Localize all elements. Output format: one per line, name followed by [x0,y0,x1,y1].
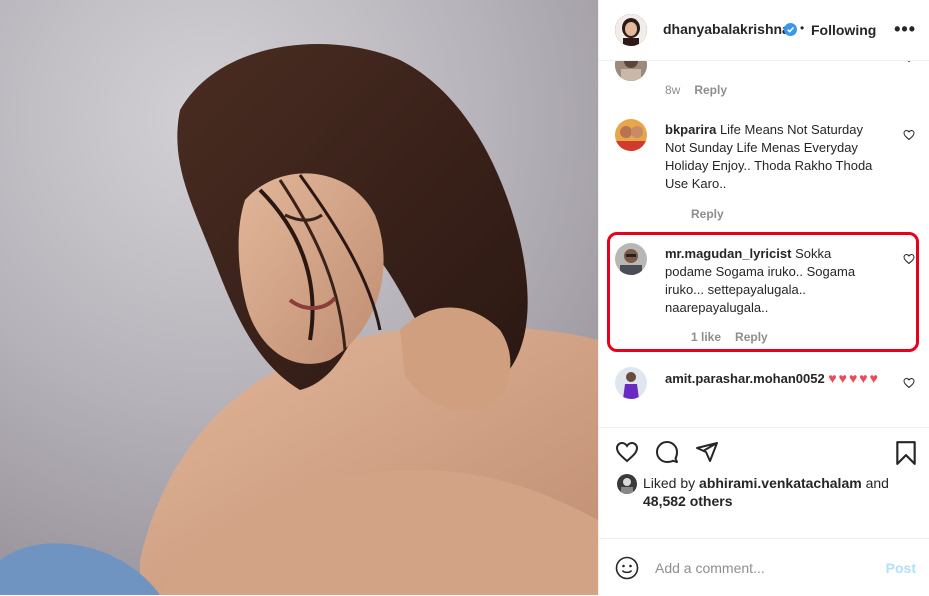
comment-item: mr.magudan_lyricist Sokka podame Sogama … [615,243,915,344]
comment-username[interactable]: bkparira [665,122,716,137]
verified-badge-icon [784,23,797,36]
comment-username[interactable]: amit.parashar.mohan0052 [665,371,825,386]
author-username[interactable]: dhanyabalakrishna [663,21,790,37]
heart-icon[interactable] [903,253,915,265]
following-button[interactable]: Following [811,22,876,38]
woman-photo [0,0,598,595]
comment-icon[interactable] [654,440,680,464]
liked-by-user[interactable]: abhirami.venkatachalam [699,475,862,491]
liked-by-prefix: Liked by [643,475,696,491]
heart-icon[interactable] [614,440,640,464]
heart-icon[interactable] [903,61,915,63]
post-actions: Liked by abhirami.venkatachalam and 48,5… [599,427,929,538]
post-comment-button[interactable]: Post [886,560,916,576]
heart-icon[interactable] [903,377,915,389]
comment-meta: 8w Reply [665,83,741,97]
comment-age: 8w [665,83,681,97]
likes-summary: Liked by abhirami.venkatachalam and 48,5… [643,474,913,510]
share-icon[interactable] [694,440,720,464]
comment-username[interactable]: mr.magudan_lyricist [665,246,791,261]
commenter-avatar[interactable] [615,367,647,399]
reply-button[interactable]: Reply [694,83,727,97]
commenter-avatar[interactable] [615,243,647,275]
author-avatar[interactable] [615,14,647,46]
liked-by-connector: and [865,475,889,491]
comment-item: 8w Reply [615,61,915,99]
comment-body: amit.parashar.mohan0052 ♥♥♥♥♥ [665,369,881,388]
dot-separator: • [800,21,805,35]
post-photo[interactable] [0,0,598,595]
reply-button[interactable]: Reply [691,207,724,221]
likes-count[interactable]: 48,582 others [643,493,733,509]
liker-avatar[interactable] [617,474,637,494]
comment-body: mr.magudan_lyricist Sokka podame Sogama … [665,245,881,317]
commenter-avatar[interactable] [615,61,647,81]
reply-button[interactable]: Reply [735,330,768,344]
comment-meta: Reply [691,207,738,221]
heart-icon[interactable] [903,129,915,141]
save-icon[interactable] [895,440,917,466]
comment-meta: 1 like Reply [691,330,782,344]
add-comment-input[interactable]: Add a comment... [655,560,765,576]
commenter-avatar[interactable] [615,119,647,151]
more-options-icon[interactable]: ••• [894,19,916,40]
comment-item: amit.parashar.mohan0052 ♥♥♥♥♥ [615,367,915,427]
comment-likes-count[interactable]: 1 like [691,330,721,344]
comment-text: ♥♥♥♥♥ [828,370,880,386]
emoji-icon[interactable] [615,556,639,580]
comments-list[interactable]: 8w Reply bkparira Life Means Not Saturday… [599,61,929,427]
comment-body: bkparira Life Means Not Saturday Not Sun… [665,121,881,193]
post-sidebar: dhanyabalakrishna • Following ••• 8w Repl… [598,0,929,595]
post-header: dhanyabalakrishna • Following ••• [599,0,929,61]
add-comment-bar: Add a comment... Post [599,538,929,596]
comment-item: bkparira Life Means Not Saturday Not Sun… [615,119,915,229]
